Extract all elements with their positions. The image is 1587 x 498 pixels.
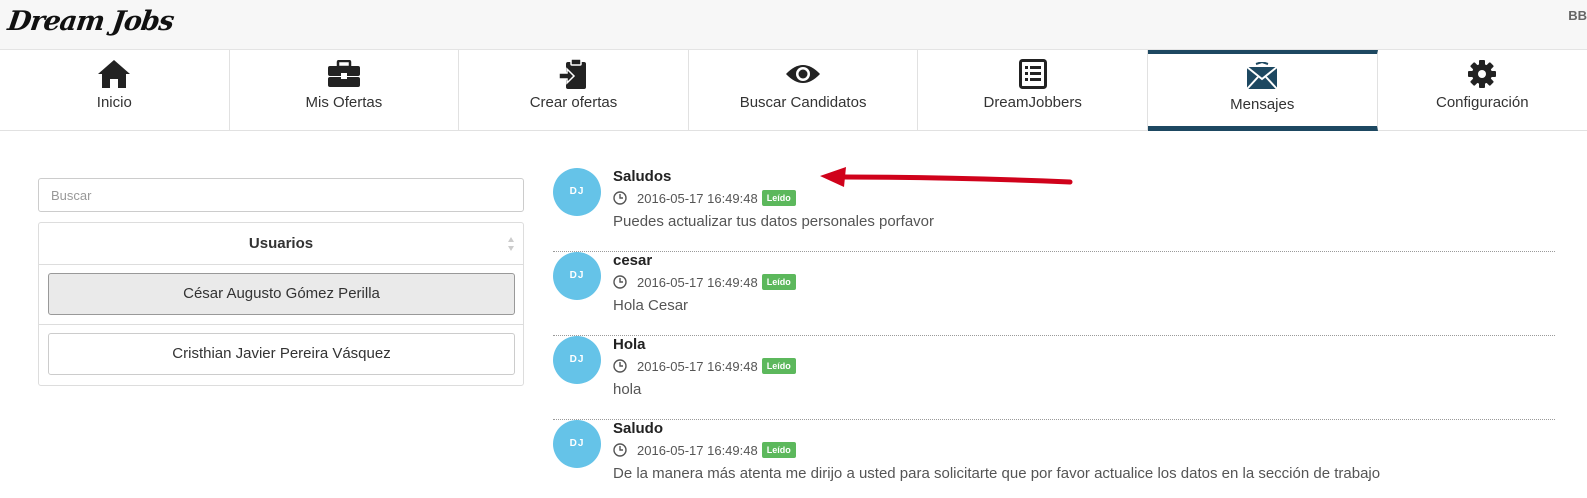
message-meta: 2016-05-17 16:49:48 Leído xyxy=(613,358,796,374)
nav-label: DreamJobbers xyxy=(983,94,1082,111)
app-logo[interactable]: Dream Jobs xyxy=(6,6,176,37)
clock-icon xyxy=(613,359,627,373)
user-item-cristhian[interactable]: Cristhian Javier Pereira Vásquez xyxy=(48,333,515,375)
message-body: Puedes actualizar tus datos personales p… xyxy=(613,213,935,230)
message-title: Saludo xyxy=(613,420,664,437)
home-icon xyxy=(0,58,229,90)
status-badge: Leído xyxy=(761,358,796,374)
status-badge: Leído xyxy=(761,442,796,458)
message-item[interactable]: DJ Saludo 2016-05-17 16:49:48 Leído De l… xyxy=(553,420,1555,498)
nav-item-buscar-candidatos[interactable]: Buscar Candidatos xyxy=(689,50,919,131)
users-header[interactable]: Usuarios xyxy=(39,223,523,265)
list-icon xyxy=(918,58,1147,90)
divider xyxy=(39,324,523,325)
nav-label: Configuración xyxy=(1436,94,1529,111)
message-title: Saludos xyxy=(613,168,672,185)
message-body: Hola Cesar xyxy=(613,297,689,314)
message-meta: 2016-05-17 16:49:48 Leído xyxy=(613,190,796,206)
search-input[interactable] xyxy=(38,178,524,212)
clock-icon xyxy=(613,275,627,289)
top-bar: Dream Jobs BB xyxy=(0,0,1587,50)
message-item[interactable]: DJ Hola 2016-05-17 16:49:48 Leído hola xyxy=(553,336,1555,420)
message-timestamp: 2016-05-17 16:49:48 xyxy=(637,190,758,206)
nav-item-configuracion[interactable]: Configuración xyxy=(1378,50,1587,131)
nav-item-mis-ofertas[interactable]: Mis Ofertas xyxy=(230,50,460,131)
nav-item-mensajes[interactable]: Mensajes xyxy=(1147,50,1378,131)
envelope-icon xyxy=(1148,60,1377,92)
avatar: DJ xyxy=(553,168,601,216)
clock-icon xyxy=(613,191,627,205)
nav-label: Mis Ofertas xyxy=(305,94,383,111)
message-item[interactable]: DJ cesar 2016-05-17 16:49:48 Leído Hola … xyxy=(553,252,1555,336)
user-item-cesar[interactable]: César Augusto Gómez Perilla xyxy=(48,273,515,315)
main-nav: Inicio Mis Ofertas Crear ofertas Buscar … xyxy=(0,50,1587,131)
status-badge: Leído xyxy=(761,190,796,206)
nav-label: Mensajes xyxy=(1230,96,1295,113)
nav-item-crear-ofertas[interactable]: Crear ofertas xyxy=(459,50,689,131)
message-title: cesar xyxy=(613,252,653,269)
message-timestamp: 2016-05-17 16:49:48 xyxy=(637,442,758,458)
avatar: DJ xyxy=(553,336,601,384)
message-title: Hola xyxy=(613,336,646,353)
eye-icon xyxy=(689,58,918,90)
annotation-arrow xyxy=(820,167,1073,187)
user-initials[interactable]: BB xyxy=(1568,8,1587,23)
users-header-label: Usuarios xyxy=(248,235,314,252)
message-body: hola xyxy=(613,381,642,398)
avatar: DJ xyxy=(553,252,601,300)
nav-item-dreamjobbers[interactable]: DreamJobbers xyxy=(918,50,1148,131)
status-badge: Leído xyxy=(761,274,796,290)
nav-label: Inicio xyxy=(96,94,132,111)
sort-icon xyxy=(508,237,514,251)
clipboard-icon xyxy=(459,58,688,90)
message-meta: 2016-05-17 16:49:48 Leído xyxy=(613,442,796,458)
nav-label: Crear ofertas xyxy=(529,94,618,111)
avatar: DJ xyxy=(553,420,601,468)
users-panel: Usuarios César Augusto Gómez Perilla Cri… xyxy=(38,222,524,386)
message-timestamp: 2016-05-17 16:49:48 xyxy=(637,358,758,374)
message-meta: 2016-05-17 16:49:48 Leído xyxy=(613,274,796,290)
message-timestamp: 2016-05-17 16:49:48 xyxy=(637,274,758,290)
nav-label: Buscar Candidatos xyxy=(739,94,867,111)
gear-icon xyxy=(1378,58,1587,90)
briefcase-icon xyxy=(230,58,459,90)
message-body: De la manera más atenta me dirijo a uste… xyxy=(613,465,1381,482)
nav-item-inicio[interactable]: Inicio xyxy=(0,50,230,131)
clock-icon xyxy=(613,443,627,457)
